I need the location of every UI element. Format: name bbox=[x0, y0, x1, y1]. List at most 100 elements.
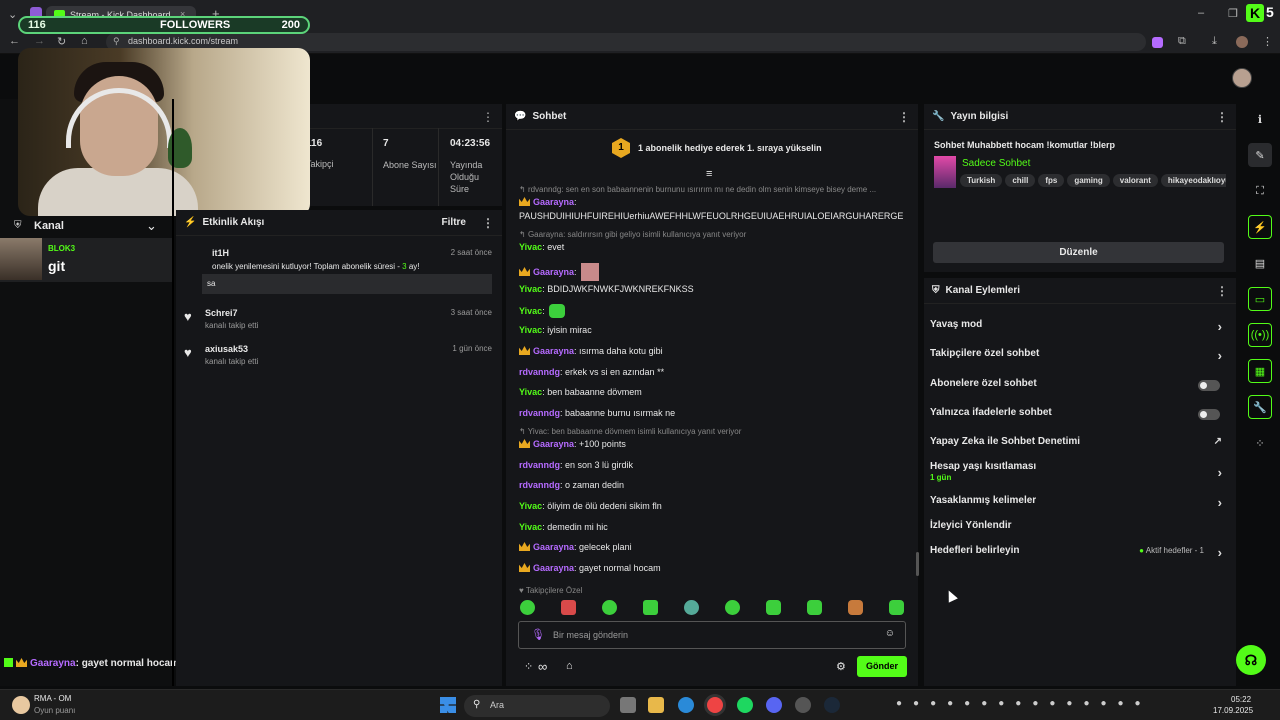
action-set-goals[interactable]: Hedefleri belirleyin ● Aktif hedefler - 1… bbox=[930, 545, 1230, 565]
emote-icon[interactable] bbox=[725, 600, 740, 615]
emote-icon[interactable] bbox=[561, 600, 576, 615]
system-tray-icons[interactable]: ●●●●●●●●●●●●●●● bbox=[896, 698, 1196, 712]
document-icon[interactable]: ▤ bbox=[1248, 251, 1272, 275]
chat-user[interactable]: Yivac bbox=[519, 242, 542, 252]
site-info-icon[interactable]: ⚲ bbox=[113, 36, 120, 47]
subscribers-only-toggle[interactable] bbox=[1198, 380, 1220, 391]
emote-icon[interactable] bbox=[643, 600, 658, 615]
chat-user[interactable]: Gaarayna bbox=[533, 439, 574, 449]
chat-user[interactable]: Yivac bbox=[519, 522, 542, 532]
chat-user[interactable]: Yivac bbox=[519, 501, 542, 511]
emote-icon[interactable] bbox=[889, 600, 904, 615]
download-icon[interactable]: ⤓ bbox=[1212, 35, 1217, 48]
fullscreen-icon[interactable]: ⛶ bbox=[1248, 179, 1272, 203]
extensions-puzzle-icon[interactable]: ⧉ bbox=[1178, 35, 1186, 48]
category-link[interactable]: Sadece Sohbet bbox=[962, 158, 1030, 169]
stream-info-kebab-icon[interactable]: ⋮ bbox=[1216, 110, 1228, 124]
action-redirect-viewers[interactable]: İzleyici Yönlendir bbox=[930, 520, 1230, 540]
task-view-icon[interactable] bbox=[620, 697, 636, 713]
obs-icon[interactable] bbox=[795, 697, 811, 713]
file-explorer-icon[interactable] bbox=[648, 697, 664, 713]
emote-icon[interactable] bbox=[520, 600, 535, 615]
reply-text: Gaarayna: saldırırsın gibi geliyo isimli… bbox=[527, 230, 747, 239]
chat-user[interactable]: Gaarayna bbox=[533, 563, 574, 573]
emote-icon[interactable] bbox=[602, 600, 617, 615]
browser-menu-icon[interactable]: ⋮ bbox=[1262, 35, 1273, 48]
chat-message: Yivac: bbox=[519, 304, 565, 318]
stats-kebab-icon[interactable]: ⋮ bbox=[482, 110, 494, 124]
action-ai-moderation[interactable]: Yapay Zeka ile Sohbet Denetimi ↗ bbox=[930, 436, 1230, 456]
taskbar-search[interactable]: ⚲ Ara bbox=[464, 695, 610, 717]
steam-icon[interactable] bbox=[824, 697, 840, 713]
media-thumbnail[interactable] bbox=[12, 696, 30, 714]
layout-icon[interactable]: ▦ bbox=[1248, 359, 1272, 383]
profile-avatar-icon[interactable] bbox=[1236, 36, 1248, 48]
channel-section-header[interactable]: ⛨ Kanal ⌄ bbox=[0, 214, 172, 238]
chrome-icon[interactable] bbox=[707, 697, 723, 713]
emote-icon[interactable] bbox=[848, 600, 863, 615]
chat-user[interactable]: Yivac bbox=[519, 284, 542, 294]
edit-button[interactable]: Düzenle bbox=[933, 242, 1224, 263]
emote-icon[interactable] bbox=[766, 600, 781, 615]
store-icon[interactable]: ⌂ bbox=[566, 660, 573, 672]
collapse-pinned-icon[interactable]: ≡ bbox=[706, 168, 712, 180]
minimize-icon[interactable]: – bbox=[1198, 7, 1204, 19]
chat-input[interactable]: 🎙 Bir mesaj gönderin ☺ bbox=[518, 621, 906, 649]
home-icon[interactable]: ⌂ bbox=[81, 35, 88, 47]
chat-user[interactable]: Gaarayna bbox=[533, 267, 574, 277]
maximize-icon[interactable]: ❐ bbox=[1228, 7, 1238, 20]
edge-icon[interactable] bbox=[678, 697, 694, 713]
kick-points-icon[interactable]: ⁘ bbox=[524, 660, 533, 673]
action-account-age[interactable]: Hesap yaşı kısıtlaması › 1 gün bbox=[930, 461, 1230, 489]
chat-user[interactable]: rdvanndg bbox=[519, 480, 560, 490]
edit-pencil-icon[interactable]: ✎ bbox=[1248, 143, 1272, 167]
chevron-down-icon[interactable]: ⌄ bbox=[146, 218, 157, 234]
back-icon[interactable]: ← bbox=[9, 35, 20, 47]
chat-user[interactable]: Yivac bbox=[519, 387, 542, 397]
chat-settings-icon[interactable]: ⚙ bbox=[836, 660, 846, 673]
send-button[interactable]: Gönder bbox=[857, 656, 907, 677]
emoji-picker-icon[interactable]: ☺ bbox=[885, 628, 895, 639]
emote-icon[interactable] bbox=[807, 600, 822, 615]
action-followers-only[interactable]: Takipçilere özel sohbet › bbox=[930, 348, 1230, 368]
action-banned-words[interactable]: Yasaklanmış kelimeler › bbox=[930, 495, 1230, 515]
filter-button[interactable]: Filtre bbox=[442, 217, 466, 228]
webcam-feed bbox=[18, 48, 310, 216]
forward-icon[interactable]: → bbox=[34, 35, 45, 47]
chat-scrollbar[interactable] bbox=[916, 552, 919, 576]
chat-user[interactable]: Gaarayna bbox=[533, 542, 574, 552]
emote-icon[interactable] bbox=[684, 600, 699, 615]
user-avatar[interactable] bbox=[1232, 68, 1252, 88]
apps-icon[interactable]: ⁘ bbox=[1248, 431, 1272, 455]
chat-user[interactable]: Yivac bbox=[519, 325, 542, 335]
chat-user[interactable]: Yivac bbox=[519, 306, 542, 316]
wrench-rail-icon[interactable]: 🔧 bbox=[1248, 395, 1272, 419]
chat-user[interactable]: rdvanndg bbox=[519, 408, 560, 418]
reload-icon[interactable]: ↻ bbox=[57, 35, 66, 48]
emotes-only-toggle[interactable] bbox=[1198, 409, 1220, 420]
chat-kebab-icon[interactable]: ⋮ bbox=[898, 110, 910, 124]
activity-kebab-icon[interactable]: ⋮ bbox=[482, 216, 494, 230]
action-slow-mode[interactable]: Yavaş mod › bbox=[930, 319, 1230, 339]
chat-bubble-icon: 💬 bbox=[514, 111, 527, 122]
microphone-icon[interactable]: 🎙 bbox=[531, 628, 545, 641]
windows-start-icon[interactable] bbox=[440, 697, 456, 713]
info-icon[interactable]: ℹ bbox=[1248, 107, 1272, 131]
chat-user[interactable]: Gaarayna bbox=[533, 197, 574, 207]
broadcast-icon[interactable]: ((•)) bbox=[1248, 323, 1272, 347]
chat-user[interactable]: Gaarayna bbox=[533, 346, 574, 356]
pinned-gift-banner[interactable]: 1 1 abonelik hediye ederek 1. sıraya yük… bbox=[612, 138, 822, 160]
chat-message: Gaarayna: bbox=[519, 263, 599, 281]
extension-icon[interactable] bbox=[1152, 37, 1163, 48]
tab-list-chevron-icon[interactable]: ⌄ bbox=[8, 8, 17, 21]
raid-card[interactable]: BLOK3 git bbox=[0, 238, 172, 282]
chat-user[interactable]: rdvanndg bbox=[519, 367, 560, 377]
spotify-icon[interactable] bbox=[737, 697, 753, 713]
infinity-icon[interactable]: ∞ bbox=[538, 659, 547, 674]
support-headset-icon[interactable]: ☊ bbox=[1236, 645, 1266, 675]
chat-icon[interactable]: ▭ bbox=[1248, 287, 1272, 311]
chat-user[interactable]: rdvanndg bbox=[519, 460, 560, 470]
discord-icon[interactable] bbox=[766, 697, 782, 713]
channel-actions-kebab-icon[interactable]: ⋮ bbox=[1216, 284, 1228, 298]
lightning-icon[interactable]: ⚡ bbox=[1248, 215, 1272, 239]
